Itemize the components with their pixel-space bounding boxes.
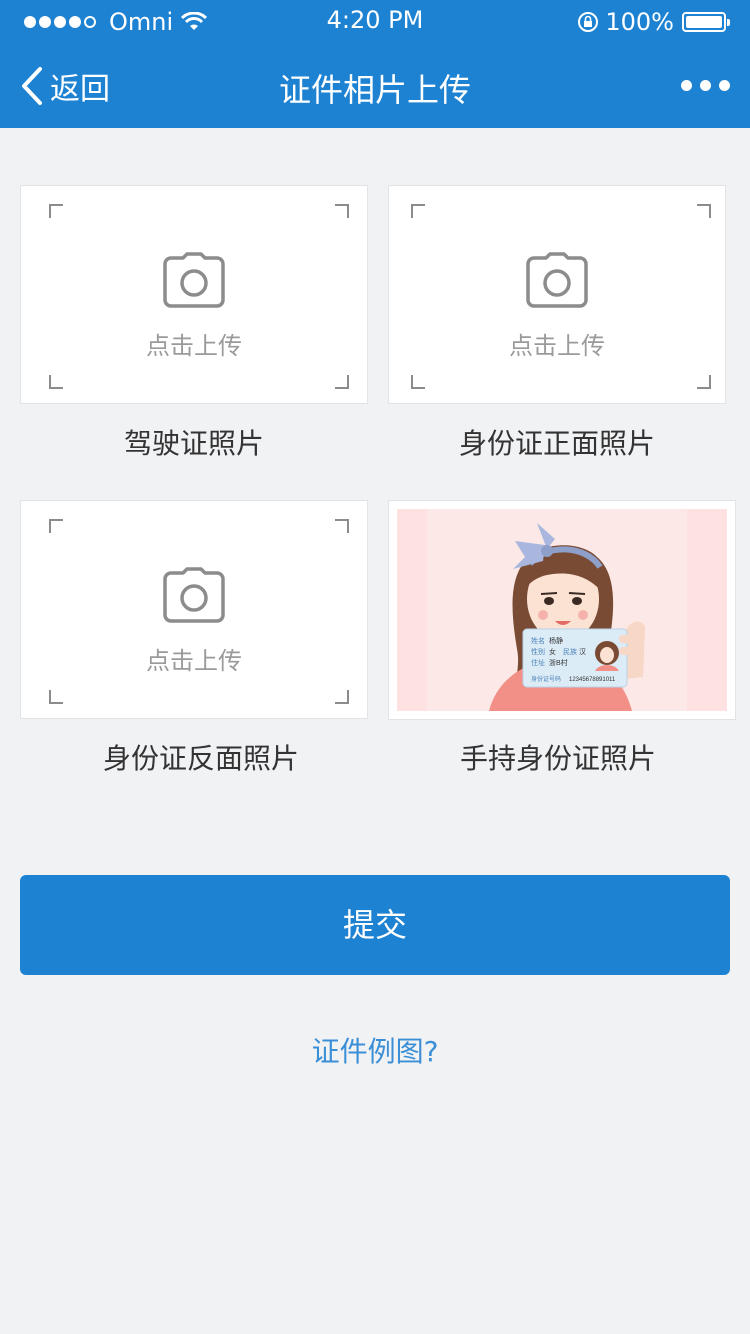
id-ethnicity-label: 民族 bbox=[563, 647, 577, 656]
back-label: 返回 bbox=[50, 72, 110, 107]
upload-card-driver-license[interactable]: 点击上传 bbox=[20, 185, 368, 404]
id-name-value: 杨静 bbox=[549, 636, 563, 645]
rotation-lock-icon bbox=[578, 12, 599, 32]
camera-icon bbox=[163, 567, 225, 623]
camera-icon bbox=[163, 252, 225, 308]
id-gender-label: 性别 bbox=[531, 647, 545, 656]
upload-hint: 点击上传 bbox=[146, 647, 242, 675]
more-menu-button[interactable] bbox=[673, 80, 730, 91]
upload-card-id-back[interactable]: 点击上传 bbox=[20, 500, 368, 719]
nav-bar: 返回 证件相片上传 bbox=[0, 40, 750, 128]
battery-icon bbox=[682, 12, 730, 32]
id-ethnicity-value: 汉 bbox=[579, 648, 586, 656]
card-label: 手持身份证照片 bbox=[459, 742, 656, 775]
upload-hint: 点击上传 bbox=[509, 332, 605, 360]
more-dot-icon bbox=[681, 80, 692, 91]
battery-percent: 100% bbox=[605, 8, 674, 36]
holding-id-sample-image: 姓名 杨静 性别 女 民族 汉 住址 浙B村 身份证号码 12345678891… bbox=[397, 509, 727, 711]
id-name-label: 姓名 bbox=[531, 636, 545, 645]
chevron-left-icon bbox=[22, 67, 42, 105]
id-address-label: 住址 bbox=[531, 658, 545, 667]
battery-group: 100% bbox=[577, 8, 730, 36]
app-header: Omni 4:20 PM 100% 返回 证件相片上传 bbox=[0, 0, 750, 128]
id-gender-value: 女 bbox=[549, 647, 556, 656]
id-number-label: 身份证号码 bbox=[531, 675, 561, 683]
more-dot-icon bbox=[700, 80, 711, 91]
card-label: 身份证反面照片 bbox=[102, 742, 299, 775]
more-dot-icon bbox=[719, 80, 730, 91]
card-label: 驾驶证照片 bbox=[123, 427, 264, 460]
back-button[interactable]: 返回 bbox=[20, 64, 110, 108]
upload-card-holding-id[interactable]: 姓名 杨静 性别 女 民族 汉 住址 浙B村 身份证号码 12345678891… bbox=[388, 500, 736, 720]
status-bar: Omni 4:20 PM 100% bbox=[0, 0, 750, 40]
id-address-value: 浙B村 bbox=[549, 658, 568, 667]
submit-button[interactable]: 提交 bbox=[20, 875, 730, 975]
page-title: 证件相片上传 bbox=[278, 71, 471, 109]
example-link[interactable]: 证件例图? bbox=[0, 1030, 750, 1070]
camera-icon bbox=[526, 252, 588, 308]
card-label: 身份证正面照片 bbox=[458, 427, 655, 460]
id-number-value: 12345678891011 bbox=[569, 677, 616, 683]
upload-hint: 点击上传 bbox=[146, 332, 242, 360]
upload-card-id-front[interactable]: 点击上传 bbox=[388, 185, 726, 404]
